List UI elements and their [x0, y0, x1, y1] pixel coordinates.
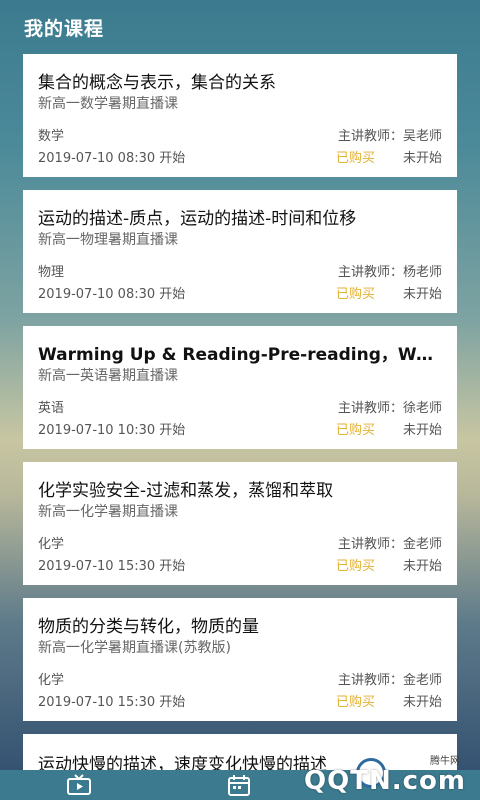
course-start-time: 2019-07-10 08:30 开始 — [38, 151, 186, 166]
purchase-status: 已购买 — [335, 423, 375, 438]
course-subject: 化学 — [38, 537, 65, 552]
course-title: 化学实验安全-过滤和蒸发，蒸馏和萃取 — [38, 481, 334, 501]
course-title: 集合的概念与表示，集合的关系 — [38, 73, 276, 93]
course-status: 未开始 — [402, 695, 442, 710]
purchase-status: 已购买 — [335, 695, 375, 710]
course-start-time: 2019-07-10 15:30 开始 — [38, 695, 186, 710]
watermark: 腾牛网 QQTN.com — [304, 750, 474, 798]
watermark-text: QQTN.com — [304, 766, 466, 796]
course-title: Warming Up & Reading-Pre-reading，Warmin.… — [38, 345, 443, 365]
page-title: 我的课程 — [24, 17, 105, 40]
course-status: 未开始 — [402, 151, 442, 166]
course-start-time: 2019-07-10 08:30 开始 — [38, 287, 186, 302]
course-status: 未开始 — [402, 423, 442, 438]
course-card[interactable]: 运动的描述-质点，运动的描述-时间和位移 新高一物理暑期直播课 物理 2019-… — [23, 190, 457, 313]
course-title: 物质的分类与转化，物质的量 — [38, 617, 259, 637]
course-start-time: 2019-07-10 10:30 开始 — [38, 423, 186, 438]
course-subtitle: 新高一化学暑期直播课(苏教版) — [38, 640, 231, 656]
course-list: 集合的概念与表示，集合的关系 新高一数学暑期直播课 数学 2019-07-10 … — [23, 54, 457, 734]
course-subject: 数学 — [38, 129, 65, 144]
course-subtitle: 新高一化学暑期直播课 — [38, 504, 178, 520]
course-teacher: 主讲教师：金老师 — [337, 537, 442, 552]
course-card[interactable]: Warming Up & Reading-Pre-reading，Warmin.… — [23, 326, 457, 449]
course-card[interactable]: 化学实验安全-过滤和蒸发，蒸馏和萃取 新高一化学暑期直播课 化学 2019-07… — [23, 462, 457, 585]
calendar-icon[interactable] — [226, 774, 252, 796]
purchase-status: 已购买 — [335, 151, 375, 166]
course-teacher: 主讲教师：金老师 — [337, 673, 442, 688]
course-teacher: 主讲教师：杨老师 — [337, 265, 442, 280]
course-subject: 英语 — [38, 401, 65, 416]
course-subtitle: 新高一物理暑期直播课 — [38, 232, 178, 248]
course-card[interactable]: 集合的概念与表示，集合的关系 新高一数学暑期直播课 数学 2019-07-10 … — [23, 54, 457, 177]
course-subject: 物理 — [38, 265, 65, 280]
tv-icon[interactable] — [66, 774, 92, 796]
watermark-small-text: 腾牛网 — [430, 756, 460, 767]
purchase-status: 已购买 — [335, 287, 375, 302]
course-subject: 化学 — [38, 673, 65, 688]
course-title: 运动的描述-质点，运动的描述-时间和位移 — [38, 209, 357, 229]
course-status: 未开始 — [402, 559, 442, 574]
app-header: 我的课程 — [0, 0, 480, 54]
course-card[interactable]: 物质的分类与转化，物质的量 新高一化学暑期直播课(苏教版) 化学 2019-07… — [23, 598, 457, 721]
course-start-time: 2019-07-10 15:30 开始 — [38, 559, 186, 574]
course-subtitle: 新高一英语暑期直播课 — [38, 368, 178, 384]
course-teacher: 主讲教师：徐老师 — [337, 401, 442, 416]
purchase-status: 已购买 — [335, 559, 375, 574]
course-status: 未开始 — [402, 287, 442, 302]
course-subtitle: 新高一数学暑期直播课 — [38, 96, 178, 112]
course-teacher: 主讲教师：吴老师 — [337, 129, 442, 144]
